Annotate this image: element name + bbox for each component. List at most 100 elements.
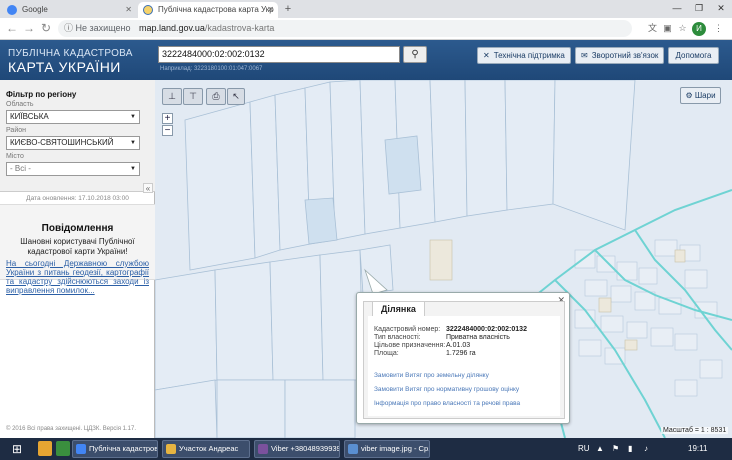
tab-cadastral-map[interactable]: Публічна кадастрова карта Укр ✕ xyxy=(138,2,278,18)
popup-tab-parcel[interactable]: Ділянка xyxy=(372,301,425,316)
url-path: /kadastrova-karta xyxy=(204,23,275,33)
taskbar: ⊞ Публічна кадастров... Участок Андреас … xyxy=(0,438,732,460)
cadastral-search-input[interactable]: 3222484000:02:002:0132 xyxy=(158,46,400,63)
raion-value: КИЄВО-СВЯТОШИНСЬКИЙ xyxy=(10,138,114,147)
notice-body: Шановні користувачі Публічної кадастрово… xyxy=(20,237,135,256)
reload-icon[interactable]: ↻ xyxy=(38,20,54,36)
ruler-icon: ⊥ xyxy=(168,91,176,101)
field-label: Цільове призначення: xyxy=(374,342,446,349)
task-label: Участок Андреас xyxy=(179,444,239,453)
info-icon[interactable]: ⓘ xyxy=(64,23,73,33)
layers-button[interactable]: ⚙ Шари xyxy=(680,87,721,104)
print-button[interactable]: ⎙ xyxy=(206,88,226,105)
oblast-select[interactable]: КИЇВСЬКА ▼ xyxy=(6,110,140,124)
print-icon: ⎙ xyxy=(212,91,220,101)
taskbar-chrome[interactable]: Публічна кадастров... xyxy=(72,440,158,458)
menu-dots-icon[interactable]: ⋮ xyxy=(712,22,725,35)
field-value-area: 1.7296 га xyxy=(446,350,476,357)
network-icon[interactable]: ▮ xyxy=(628,438,632,460)
profile-avatar[interactable]: И xyxy=(692,22,706,36)
raion-label: Район xyxy=(6,127,26,134)
oblast-value: КИЇВСЬКА xyxy=(10,112,49,121)
area-tool-button[interactable]: ⊤ xyxy=(183,88,203,105)
media-icon[interactable] xyxy=(56,441,70,456)
address-bar[interactable]: ⓘ Не захищено map.land.gov.ua/kadastrova… xyxy=(58,20,632,37)
help-button[interactable]: Допомога xyxy=(668,47,719,64)
feedback-button[interactable]: ✉ Зворотний зв'язок xyxy=(575,47,665,64)
image-viewer-icon xyxy=(348,444,358,454)
language-indicator[interactable]: RU xyxy=(578,438,590,460)
taskbar-folder[interactable]: Участок Андреас xyxy=(162,440,250,458)
feedback-label: Зворотний зв'язок xyxy=(591,51,659,60)
google-favicon-icon xyxy=(7,5,17,15)
tab-title: Публічна кадастрова карта Укр xyxy=(158,5,274,14)
order-valuation-link[interactable]: Замовити Витяг про нормативну грошову оц… xyxy=(374,386,519,393)
filter-title: Фільтр по регіону xyxy=(6,90,77,99)
region-filter: Фільтр по регіону Область КИЇВСЬКА ▼ Рай… xyxy=(0,80,155,192)
taskbar-image-viewer[interactable]: viber image.jpg - Ср... xyxy=(344,440,430,458)
zoom-in-button[interactable]: + xyxy=(162,113,173,124)
misto-label: Місто xyxy=(6,153,24,160)
notice-link[interactable]: На сьогодні Державною службою України з … xyxy=(6,259,149,295)
close-tab-icon[interactable]: ✕ xyxy=(125,2,132,18)
minimize-icon[interactable]: — xyxy=(666,0,688,18)
dropdown-arrow-icon: ▼ xyxy=(130,114,136,120)
new-tab-icon[interactable]: + xyxy=(281,3,295,16)
tray-arrow-icon[interactable]: ▲ xyxy=(596,438,604,460)
url-host: map.land.gov.ua xyxy=(139,23,205,33)
logo-line2: КАРТА УКРАЇНИ xyxy=(8,59,121,75)
taskbar-viber[interactable]: Viber +380489399393 xyxy=(254,440,340,458)
measure-tool-button[interactable]: ⊥ xyxy=(162,88,182,105)
translate-icon[interactable]: 文 xyxy=(646,22,659,35)
layers-label: Шари xyxy=(694,91,716,100)
map-scale: Масштаб = 1 : 8531 xyxy=(661,427,729,434)
ownership-info-link[interactable]: Інформація про право власності та речові… xyxy=(374,400,520,407)
back-icon[interactable]: ← xyxy=(4,20,20,36)
help-label: Допомога xyxy=(675,51,712,60)
oblast-label: Область xyxy=(6,101,34,108)
task-label: viber image.jpg - Ср... xyxy=(361,444,430,453)
misto-select[interactable]: - Всі - ▼ xyxy=(6,162,140,176)
mail-icon: ✉ xyxy=(581,51,588,60)
zoom-out-button[interactable]: − xyxy=(162,125,173,136)
dropdown-arrow-icon: ▼ xyxy=(130,140,136,146)
cursor-icon: ↖ xyxy=(232,91,240,101)
support-label: Технічна підтримка xyxy=(493,51,565,60)
site-favicon-icon xyxy=(143,5,153,15)
search-icon: ⚲ xyxy=(411,49,419,60)
popup-content: Кадастровий номер: 3222484000:02:002:013… xyxy=(368,316,560,416)
select-tool-button[interactable]: ↖ xyxy=(227,88,245,105)
security-label: Не захищено xyxy=(75,23,131,33)
clock[interactable]: 19:11 xyxy=(688,438,707,460)
order-extract-link[interactable]: Замовити Витяг про земельну ділянку xyxy=(374,372,489,379)
flag-icon[interactable]: ⚑ xyxy=(612,438,619,460)
screen: Google ✕ Публічна кадастрова карта Укр ✕… xyxy=(0,0,732,460)
extension-icon[interactable]: ▣ xyxy=(661,22,674,35)
area-icon: ⊤ xyxy=(189,91,197,101)
browser-tabstrip: Google ✕ Публічна кадастрова карта Укр ✕… xyxy=(0,0,732,18)
search-button[interactable]: ⚲ xyxy=(403,46,427,63)
viber-icon xyxy=(258,444,268,454)
search-hint: Наприклад: 3223180100:01:047:0067 xyxy=(160,66,263,72)
bookmark-star-icon[interactable]: ☆ xyxy=(676,22,689,35)
misto-value: - Всі - xyxy=(10,164,31,173)
collapse-sidebar-icon[interactable]: « xyxy=(143,183,153,193)
dropdown-arrow-icon: ▼ xyxy=(130,166,136,172)
field-value-ownership: Приватна власність xyxy=(446,334,510,341)
field-label: Площа: xyxy=(374,350,399,357)
tab-google[interactable]: Google ✕ xyxy=(2,2,136,18)
parcel-popup: ✕ Ділянка Кадастровий номер: 3222484000:… xyxy=(356,292,570,424)
copyright: © 2016 Всі права захищені. ЦДЗК. Версія … xyxy=(6,426,137,432)
support-button[interactable]: ✕ Технічна підтримка xyxy=(477,47,571,64)
volume-icon[interactable]: ♪ xyxy=(644,438,648,460)
maximize-icon[interactable]: ❐ xyxy=(688,0,710,18)
close-tab-icon[interactable]: ✕ xyxy=(267,2,274,18)
raion-select[interactable]: КИЄВО-СВЯТОШИНСЬКИЙ ▼ xyxy=(6,136,140,150)
windows-start-icon[interactable]: ⊞ xyxy=(3,440,31,458)
field-label: Тип власності: xyxy=(374,334,421,341)
window-controls: — ❐ ✕ xyxy=(666,0,732,18)
tools-icon: ✕ xyxy=(483,51,490,60)
close-window-icon[interactable]: ✕ xyxy=(710,0,732,18)
explorer-icon[interactable] xyxy=(38,441,52,456)
forward-icon[interactable]: → xyxy=(21,20,37,36)
